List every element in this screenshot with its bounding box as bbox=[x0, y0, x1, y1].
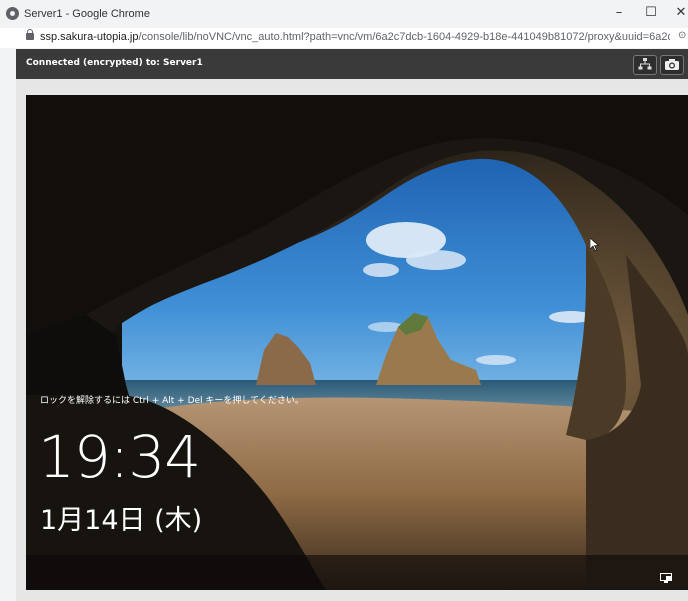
maximize-button[interactable]: ☐ bbox=[636, 4, 666, 22]
network-icon[interactable] bbox=[660, 573, 672, 583]
unlock-instructions: ロックを解除するには Ctrl + Alt + Del キーを押してください。 bbox=[40, 396, 304, 406]
connection-status: Connected (encrypted) to: Server1 bbox=[26, 58, 203, 68]
mouse-cursor-icon bbox=[590, 238, 599, 251]
network-tree-icon bbox=[638, 58, 652, 70]
left-panel bbox=[0, 49, 16, 601]
window-title: Server1 - Google Chrome bbox=[24, 8, 150, 20]
lockscreen-time: 19:34 bbox=[38, 423, 201, 491]
title-bar: Server1 - Google Chrome – ☐ ✕ bbox=[0, 0, 688, 29]
site-info-icon[interactable]: ⊙ bbox=[678, 30, 688, 42]
url-path: /console/lib/noVNC/vnc_auto.html?path=vn… bbox=[138, 31, 670, 43]
lock-icon[interactable] bbox=[26, 29, 34, 40]
close-button[interactable]: ✕ bbox=[666, 4, 688, 22]
camera-icon bbox=[665, 59, 679, 70]
network-tree-button[interactable] bbox=[633, 55, 657, 75]
url-text[interactable]: ssp.sakura-utopia.jp/console/lib/noVNC/v… bbox=[40, 31, 670, 43]
screenshot-button[interactable] bbox=[660, 55, 684, 75]
url-host: ssp.sakura-utopia.jp bbox=[40, 31, 139, 43]
minimize-button[interactable]: – bbox=[604, 4, 634, 22]
chrome-icon bbox=[6, 7, 19, 20]
browser-window: Server1 - Google Chrome – ☐ ✕ ssp.sakura… bbox=[0, 0, 688, 601]
lockscreen-date: 1月14日 (木) bbox=[40, 505, 203, 536]
